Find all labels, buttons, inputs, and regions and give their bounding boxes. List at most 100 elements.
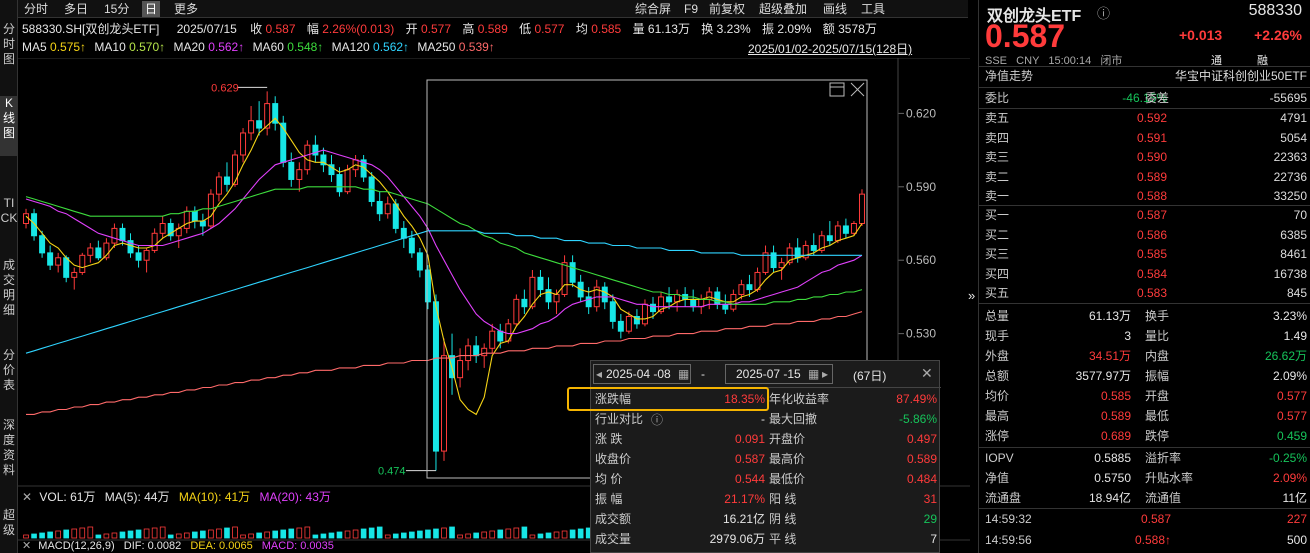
menu-draw-line[interactable]: 画线: [823, 1, 847, 17]
collapse-arrow-icon[interactable]: »: [968, 288, 975, 303]
candle[interactable]: [553, 289, 560, 315]
candle[interactable]: [778, 257, 785, 280]
menu-tools[interactable]: 工具: [861, 1, 885, 17]
date-range-link[interactable]: 2025/01/02-2025/07/15(128日): [748, 41, 912, 57]
period-tab-daily[interactable]: 日: [142, 1, 161, 17]
tab-trade-detail[interactable]: 成交明细: [0, 258, 18, 333]
candle[interactable]: [424, 265, 431, 310]
candle[interactable]: [400, 221, 407, 248]
candle[interactable]: [272, 96, 279, 131]
candle[interactable]: [95, 240, 102, 261]
candle[interactable]: [248, 106, 255, 141]
candle[interactable]: [561, 255, 568, 297]
calendar-icon[interactable]: ▦: [678, 367, 689, 381]
period-tab-multiday[interactable]: 多日: [64, 1, 88, 17]
candle[interactable]: [376, 191, 383, 222]
candle[interactable]: [223, 162, 230, 192]
candle[interactable]: [111, 223, 118, 248]
candle[interactable]: [71, 267, 78, 290]
candle[interactable]: [159, 216, 166, 239]
candle[interactable]: [312, 135, 319, 163]
candle[interactable]: [802, 240, 809, 261]
candle[interactable]: [473, 336, 480, 363]
candle[interactable]: [465, 338, 472, 371]
candle[interactable]: [794, 238, 801, 263]
candle[interactable]: [858, 189, 865, 226]
candle[interactable]: [770, 245, 777, 273]
candle[interactable]: [513, 294, 520, 327]
macd-settings-icon[interactable]: ✕: [22, 540, 31, 552]
candle[interactable]: [432, 294, 439, 471]
menu-super-overlay[interactable]: 超级叠加: [759, 1, 807, 17]
candle[interactable]: [545, 277, 552, 310]
candle[interactable]: [191, 206, 198, 229]
candle[interactable]: [569, 255, 576, 288]
nav-row[interactable]: 净值走势 华宝中证科创创业50ETF: [979, 66, 1310, 86]
menu-forward-adjust[interactable]: 前复权: [709, 1, 745, 17]
menu-composite-screen[interactable]: 综合屏: [635, 1, 671, 17]
tab-tick[interactable]: TICK: [0, 196, 18, 256]
start-date-field[interactable]: ◂ 2025-04 -08 ▦: [593, 364, 691, 384]
bid-row[interactable]: 买一 0.587 70: [979, 205, 1310, 225]
candle[interactable]: [384, 196, 391, 219]
ask-row[interactable]: 卖三 0.590 22363: [979, 147, 1310, 167]
candle[interactable]: [481, 343, 488, 368]
info-icon[interactable]: ⓘ: [1097, 3, 1110, 22]
bid-row[interactable]: 买五 0.583 845: [979, 283, 1310, 303]
candle[interactable]: [826, 221, 833, 246]
tab-depth-data[interactable]: 深度资料: [0, 418, 18, 493]
period-tab-intraday[interactable]: 分时: [24, 1, 48, 17]
tab-super[interactable]: 超级: [0, 508, 18, 553]
candle[interactable]: [698, 294, 705, 315]
settings-icon[interactable]: ✕: [22, 490, 32, 504]
candle[interactable]: [143, 247, 150, 273]
candle[interactable]: [167, 218, 174, 241]
candle[interactable]: [601, 282, 608, 310]
candle[interactable]: [264, 91, 271, 136]
candle[interactable]: [593, 279, 600, 312]
bid-row[interactable]: 买三 0.585 8461: [979, 244, 1310, 264]
end-date-field[interactable]: 2025-07 -15 ▦ ▸: [725, 364, 833, 384]
candle[interactable]: [23, 208, 30, 229]
candle[interactable]: [842, 218, 849, 239]
candle[interactable]: [674, 289, 681, 312]
candle[interactable]: [505, 318, 512, 344]
candle[interactable]: [135, 245, 142, 268]
candle[interactable]: [87, 243, 94, 263]
candle[interactable]: [529, 270, 536, 310]
candle[interactable]: [183, 206, 190, 234]
info-icon[interactable]: ⓘ: [651, 411, 663, 428]
close-icon[interactable]: ✕: [921, 365, 933, 382]
ask-row[interactable]: 卖五 0.592 4791: [979, 108, 1310, 128]
candle[interactable]: [690, 289, 697, 312]
candle[interactable]: [280, 115, 287, 168]
tab-kline[interactable]: K线图: [0, 96, 18, 156]
ask-row[interactable]: 卖一 0.588 33250: [979, 186, 1310, 206]
candle[interactable]: [240, 128, 247, 163]
candle[interactable]: [55, 252, 62, 273]
candle[interactable]: [256, 101, 263, 136]
candle[interactable]: [320, 147, 327, 173]
ask-row[interactable]: 卖二 0.589 22736: [979, 167, 1310, 187]
calendar-icon[interactable]: ▦: [808, 367, 819, 381]
candle[interactable]: [457, 348, 464, 388]
candle[interactable]: [497, 323, 504, 349]
candle[interactable]: [304, 140, 311, 175]
ask-row[interactable]: 卖四 0.591 5054: [979, 128, 1310, 148]
candle[interactable]: [119, 223, 126, 246]
bid-row[interactable]: 买二 0.586 6385: [979, 225, 1310, 245]
candle[interactable]: [762, 245, 769, 275]
candle[interactable]: [449, 333, 456, 395]
period-tab-15min[interactable]: 15分: [104, 1, 129, 17]
candle[interactable]: [706, 287, 713, 310]
candle[interactable]: [641, 299, 648, 327]
candle[interactable]: [151, 228, 158, 253]
menu-f9[interactable]: F9: [684, 1, 698, 17]
candle[interactable]: [296, 162, 303, 192]
candle[interactable]: [416, 247, 423, 278]
maximize-icon[interactable]: [829, 82, 845, 97]
tab-price-table[interactable]: 分价表: [0, 348, 18, 408]
bid-row[interactable]: 买四 0.584 16738: [979, 264, 1310, 284]
candle[interactable]: [714, 287, 721, 310]
candle[interactable]: [489, 323, 496, 354]
